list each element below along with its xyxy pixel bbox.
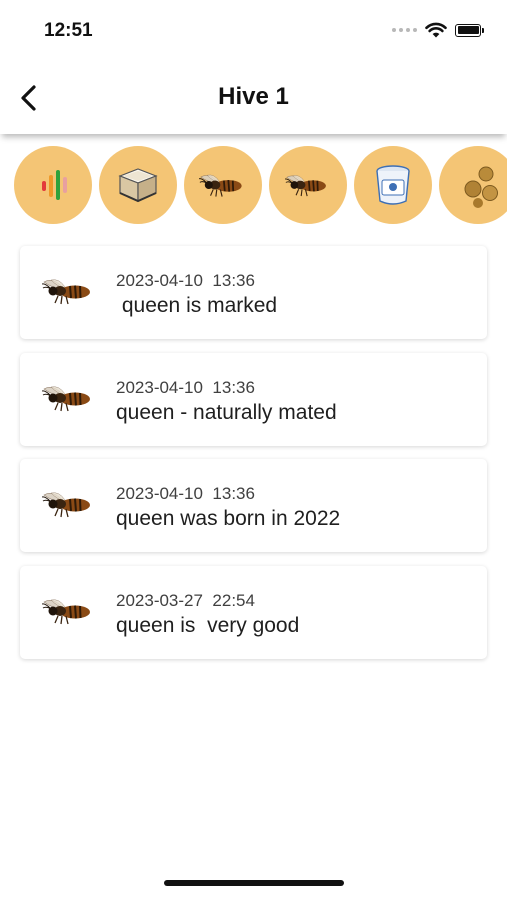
entry-datetime: 2023-04-10 13:36	[116, 484, 255, 503]
cellular-signal-icon	[392, 28, 417, 32]
queen-bee-icon	[285, 174, 327, 197]
queen-bee-icon	[42, 596, 96, 626]
queen-bee-icon	[42, 383, 96, 413]
nav-header: Hive 1	[0, 62, 507, 134]
feeder-jar-icon	[376, 165, 410, 205]
entry-datetime: 2023-04-10 13:36	[116, 271, 255, 290]
category-hive-box-button[interactable]	[99, 146, 177, 224]
category-feeder-button[interactable]	[354, 146, 432, 224]
list-item[interactable]: 2023-04-10 13:36 queen - naturally mated	[20, 352, 487, 446]
history-list: 2023-04-10 13:36 queen is marked 2023-04…	[20, 246, 487, 672]
entry-text: queen is very good	[116, 613, 300, 637]
queen-bee-icon	[42, 276, 96, 306]
pollen-balls-icon	[464, 166, 498, 208]
battery-full-icon	[455, 23, 484, 37]
queen-bee-icon	[42, 489, 96, 519]
entry-text: queen - naturally mated	[116, 400, 337, 424]
page-title: Hive 1	[218, 83, 289, 110]
worker-bees-icon	[199, 174, 243, 198]
audio-level-icon	[42, 170, 67, 200]
category-audio-button[interactable]	[14, 146, 92, 224]
home-indicator[interactable]	[164, 880, 344, 886]
list-item[interactable]: 2023-03-27 22:54 queen is very good	[20, 565, 487, 659]
status-icons	[392, 22, 484, 38]
entry-text: queen is marked	[121, 294, 278, 317]
list-item[interactable]: 2023-04-10 13:36 queen is marked	[20, 246, 487, 339]
category-pollen-button[interactable]	[439, 146, 507, 224]
wifi-icon	[425, 22, 447, 38]
entry-text: queen was born in 2022	[116, 507, 341, 530]
entry-datetime: 2023-03-27 22:54	[116, 590, 255, 610]
category-worker-bees-button[interactable]	[184, 146, 262, 224]
category-queen-bee-button[interactable]	[269, 146, 347, 224]
status-bar: 12:51	[0, 0, 507, 60]
entry-datetime: 2023-04-10 13:36	[116, 377, 255, 397]
category-icon-strip	[14, 146, 507, 226]
list-item[interactable]: 2023-04-10 13:36 queen was born in 2022	[20, 459, 487, 552]
hive-box-icon	[118, 168, 158, 203]
status-time: 12:51	[44, 20, 93, 41]
